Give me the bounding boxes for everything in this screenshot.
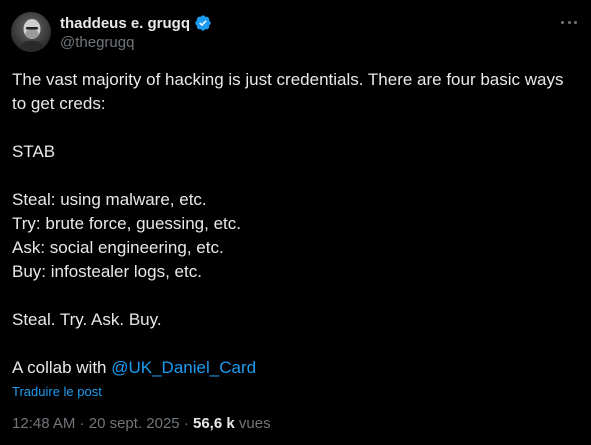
post-line: Buy: infostealer logs, etc. xyxy=(12,262,202,281)
post-line: The vast majority of hacking is just cre… xyxy=(12,70,564,89)
author-block: thaddeus e. grugq @thegrugq xyxy=(60,13,212,51)
post-text: The vast majority of hacking is just cre… xyxy=(12,68,582,380)
views-label: vues xyxy=(234,415,271,432)
more-options-icon xyxy=(561,20,564,24)
post-line: STAB xyxy=(12,142,56,161)
post-line: Steal: using malware, etc. xyxy=(12,190,207,209)
post-line: Steal. Try. Ask. Buy. xyxy=(12,310,162,329)
more-options-icon-dot xyxy=(567,20,571,24)
avatar[interactable] xyxy=(11,12,51,52)
tweet: thaddeus e. grugq @thegrugq The vast maj… xyxy=(0,0,591,445)
handle[interactable]: @thegrugq xyxy=(60,34,212,51)
post-metadata: 12:48 AM · 20 sept. 2025 · 56,6 k vues xyxy=(12,415,271,432)
verified-badge-icon xyxy=(194,14,212,32)
post-line: Try: brute force, guessing, etc. xyxy=(12,214,241,233)
separator: · xyxy=(179,415,193,432)
collab-line: A collab with @UK_Daniel_Card xyxy=(12,356,582,380)
post-line: Ask: social engineering, etc. xyxy=(12,238,224,257)
views-count: 56,6 k xyxy=(193,415,235,432)
translate-post-link[interactable]: Traduire le post xyxy=(12,384,102,399)
post-line: to get creds: xyxy=(12,94,106,113)
more-options-icon-dot xyxy=(574,20,577,24)
separator: · xyxy=(75,415,89,432)
post-time[interactable]: 12:48 AM xyxy=(12,415,75,432)
profile-photo xyxy=(11,12,51,52)
more-options-button[interactable] xyxy=(561,14,577,30)
display-name[interactable]: thaddeus e. grugq xyxy=(60,15,190,32)
post-date[interactable]: 20 sept. 2025 xyxy=(89,415,180,432)
mention-link[interactable]: @UK_Daniel_Card xyxy=(111,358,256,377)
collab-prefix: A collab with xyxy=(12,358,112,377)
name-row: thaddeus e. grugq xyxy=(60,13,212,33)
